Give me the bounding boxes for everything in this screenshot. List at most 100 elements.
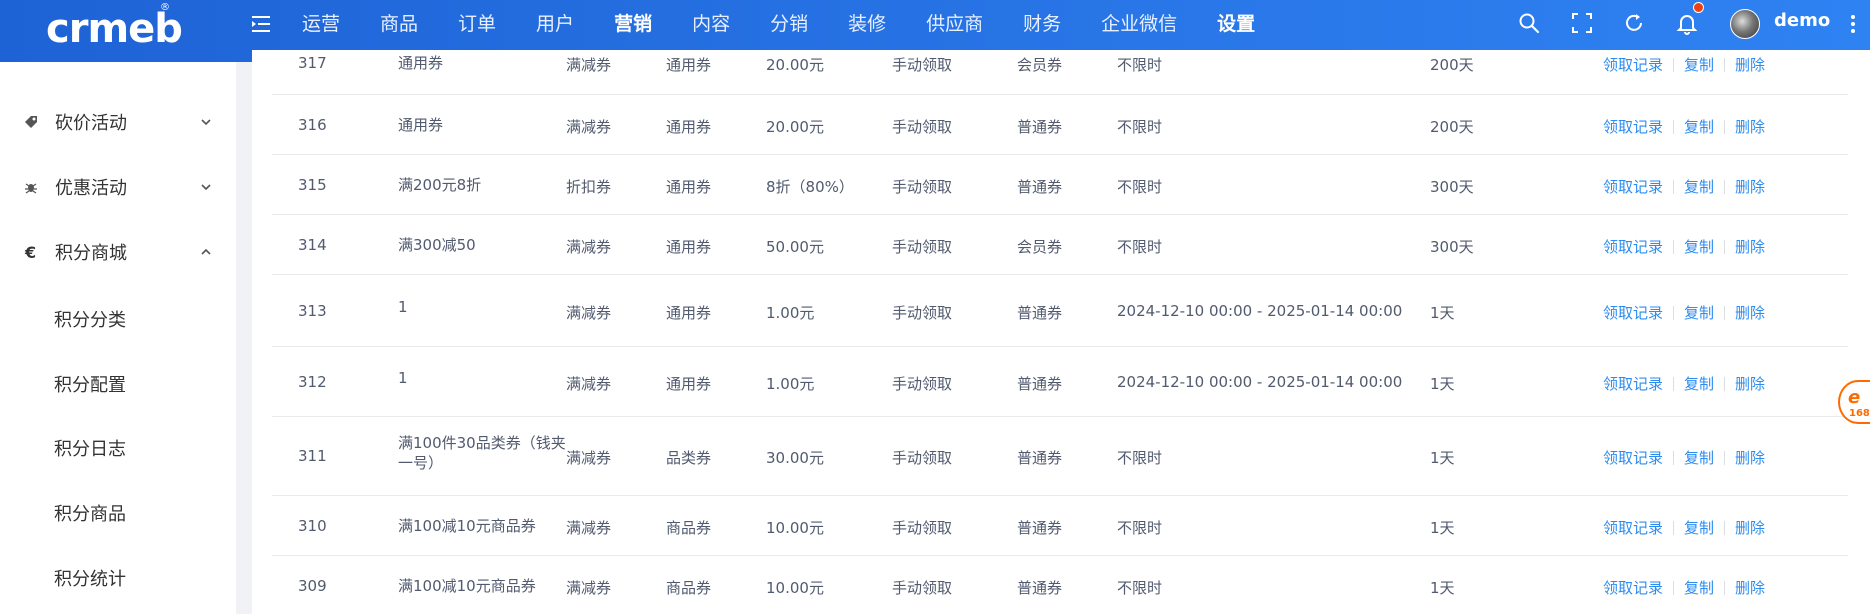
- menu-collapse-icon[interactable]: [250, 13, 272, 35]
- cell-time: 不限时: [1117, 519, 1163, 537]
- sidebar-item-points-config[interactable]: 积分配置: [54, 371, 126, 397]
- nav-item-yunying[interactable]: 运营: [282, 0, 360, 48]
- copy-link[interactable]: 复制: [1684, 373, 1714, 394]
- sidebar-group-label: 积分商城: [55, 243, 127, 264]
- receive-records-link[interactable]: 领取记录: [1603, 54, 1663, 75]
- sidebar-group-points-mall[interactable]: € 积分商城: [0, 232, 236, 272]
- floating-1688-badge[interactable]: e 1688: [1838, 380, 1870, 424]
- nav-item-marketing[interactable]: 营销: [594, 0, 672, 48]
- receive-records-link[interactable]: 领取记录: [1603, 577, 1663, 598]
- cell-validity: 1天: [1430, 304, 1455, 322]
- nav-item-decoration[interactable]: 装修: [828, 0, 906, 48]
- delete-link[interactable]: 删除: [1735, 236, 1765, 257]
- cell-user-type: 普通券: [1017, 118, 1063, 136]
- receive-records-link[interactable]: 领取记录: [1603, 517, 1663, 538]
- cell-value: 1.00元: [766, 375, 815, 393]
- cell-name: 满100件30品类券（钱夹一号）: [398, 434, 566, 472]
- nav-item-orders[interactable]: 订单: [438, 0, 516, 48]
- divider: [1673, 450, 1675, 465]
- table-row: 316 通用券 满减券 通用券 20.00元 手动领取 普通券 不限时 200天…: [272, 95, 1848, 155]
- brand-registered-mark: ®: [160, 2, 170, 13]
- cell-time: 不限时: [1117, 579, 1163, 597]
- cell-kind: 品类券: [666, 449, 712, 467]
- copy-link[interactable]: 复制: [1684, 302, 1714, 323]
- refresh-icon[interactable]: [1622, 11, 1646, 35]
- copy-link[interactable]: 复制: [1684, 577, 1714, 598]
- username[interactable]: demo: [1774, 10, 1830, 31]
- search-icon[interactable]: [1517, 11, 1541, 35]
- delete-link[interactable]: 删除: [1735, 176, 1765, 197]
- cell-receive: 手动领取: [892, 519, 953, 537]
- more-vertical-icon[interactable]: [1850, 12, 1856, 36]
- row-actions: 领取记录 复制 删除: [1603, 236, 1765, 257]
- sidebar-item-points-stats[interactable]: 积分统计: [54, 565, 126, 591]
- cell-kind: 商品券: [666, 579, 712, 597]
- copy-link[interactable]: 复制: [1684, 517, 1714, 538]
- cell-value: 30.00元: [766, 449, 824, 467]
- delete-link[interactable]: 删除: [1735, 116, 1765, 137]
- nav-item-content[interactable]: 内容: [672, 0, 750, 48]
- copy-link[interactable]: 复制: [1684, 447, 1714, 468]
- chevron-down-icon: [201, 119, 211, 126]
- cell-id: 309: [298, 577, 327, 595]
- divider: [1724, 179, 1726, 194]
- cell-receive: 手动领取: [892, 449, 953, 467]
- nav-item-settings[interactable]: 设置: [1197, 0, 1275, 48]
- delete-link[interactable]: 删除: [1735, 302, 1765, 323]
- top-nav: 运营 商品 订单 用户 营销 内容 分销 装修 供应商 财务 企业微信 设置: [282, 0, 1275, 48]
- delete-link[interactable]: 删除: [1735, 447, 1765, 468]
- receive-records-link[interactable]: 领取记录: [1603, 447, 1663, 468]
- cell-validity: 1天: [1430, 579, 1455, 597]
- table-row: 317 通用券 满减券 通用券 20.00元 手动领取 会员券 不限时 200天…: [272, 50, 1848, 95]
- copy-link[interactable]: 复制: [1684, 176, 1714, 197]
- table-row: 315 满200元8折 折扣券 通用券 8折（80%） 手动领取 普通券 不限时…: [272, 155, 1848, 215]
- cell-time: 不限时: [1117, 178, 1163, 196]
- delete-link[interactable]: 删除: [1735, 577, 1765, 598]
- sidebar-group-coupon[interactable]: 优惠活动: [0, 167, 236, 207]
- table-row: 309 满100减10元商品券 满减券 商品券 10.00元 手动领取 普通券 …: [272, 556, 1848, 614]
- copy-link[interactable]: 复制: [1684, 116, 1714, 137]
- sidebar-item-points-products[interactable]: 积分商品: [54, 500, 126, 526]
- nav-item-finance[interactable]: 财务: [1003, 0, 1081, 48]
- cell-validity: 300天: [1430, 178, 1474, 196]
- receive-records-link[interactable]: 领取记录: [1603, 176, 1663, 197]
- avatar[interactable]: [1730, 9, 1760, 39]
- sidebar-item-points-category[interactable]: 积分分类: [54, 306, 126, 332]
- nav-item-distribution[interactable]: 分销: [750, 0, 828, 48]
- delete-link[interactable]: 删除: [1735, 373, 1765, 394]
- cell-user-type: 会员券: [1017, 238, 1063, 256]
- cell-user-type: 普通券: [1017, 178, 1063, 196]
- coupon-table: 317 通用券 满减券 通用券 20.00元 手动领取 会员券 不限时 200天…: [252, 50, 1870, 614]
- divider: [1673, 305, 1675, 320]
- cell-time: 2024-12-10 00:00 - 2025-01-14 00:00: [1117, 302, 1403, 320]
- row-actions: 领取记录 复制 删除: [1603, 517, 1765, 538]
- cell-receive: 手动领取: [892, 375, 953, 393]
- euro-icon: €: [24, 243, 36, 261]
- row-actions: 领取记录 复制 删除: [1603, 577, 1765, 598]
- nav-item-users[interactable]: 用户: [516, 0, 594, 48]
- cell-value: 8折（80%）: [766, 178, 854, 196]
- chevron-up-icon: [201, 248, 211, 255]
- cell-name: 通用券: [398, 116, 444, 134]
- receive-records-link[interactable]: 领取记录: [1603, 236, 1663, 257]
- fullscreen-icon[interactable]: [1570, 11, 1594, 35]
- receive-records-link[interactable]: 领取记录: [1603, 373, 1663, 394]
- nav-item-wecom[interactable]: 企业微信: [1081, 0, 1197, 48]
- cell-id: 313: [298, 302, 327, 320]
- delete-link[interactable]: 删除: [1735, 54, 1765, 75]
- receive-records-link[interactable]: 领取记录: [1603, 302, 1663, 323]
- delete-link[interactable]: 删除: [1735, 517, 1765, 538]
- divider: [1724, 239, 1726, 254]
- cell-name: 1: [398, 369, 408, 387]
- nav-item-supplier[interactable]: 供应商: [906, 0, 1003, 48]
- sidebar-item-points-log[interactable]: 积分日志: [54, 435, 126, 461]
- copy-link[interactable]: 复制: [1684, 54, 1714, 75]
- notification-bell-icon[interactable]: [1675, 11, 1699, 35]
- nav-item-products[interactable]: 商品: [360, 0, 438, 48]
- cell-type: 满减券: [566, 118, 612, 136]
- cell-validity: 200天: [1430, 56, 1474, 74]
- receive-records-link[interactable]: 领取记录: [1603, 116, 1663, 137]
- copy-link[interactable]: 复制: [1684, 236, 1714, 257]
- divider: [1673, 520, 1675, 535]
- sidebar-group-bargain[interactable]: 砍价活动: [0, 102, 236, 142]
